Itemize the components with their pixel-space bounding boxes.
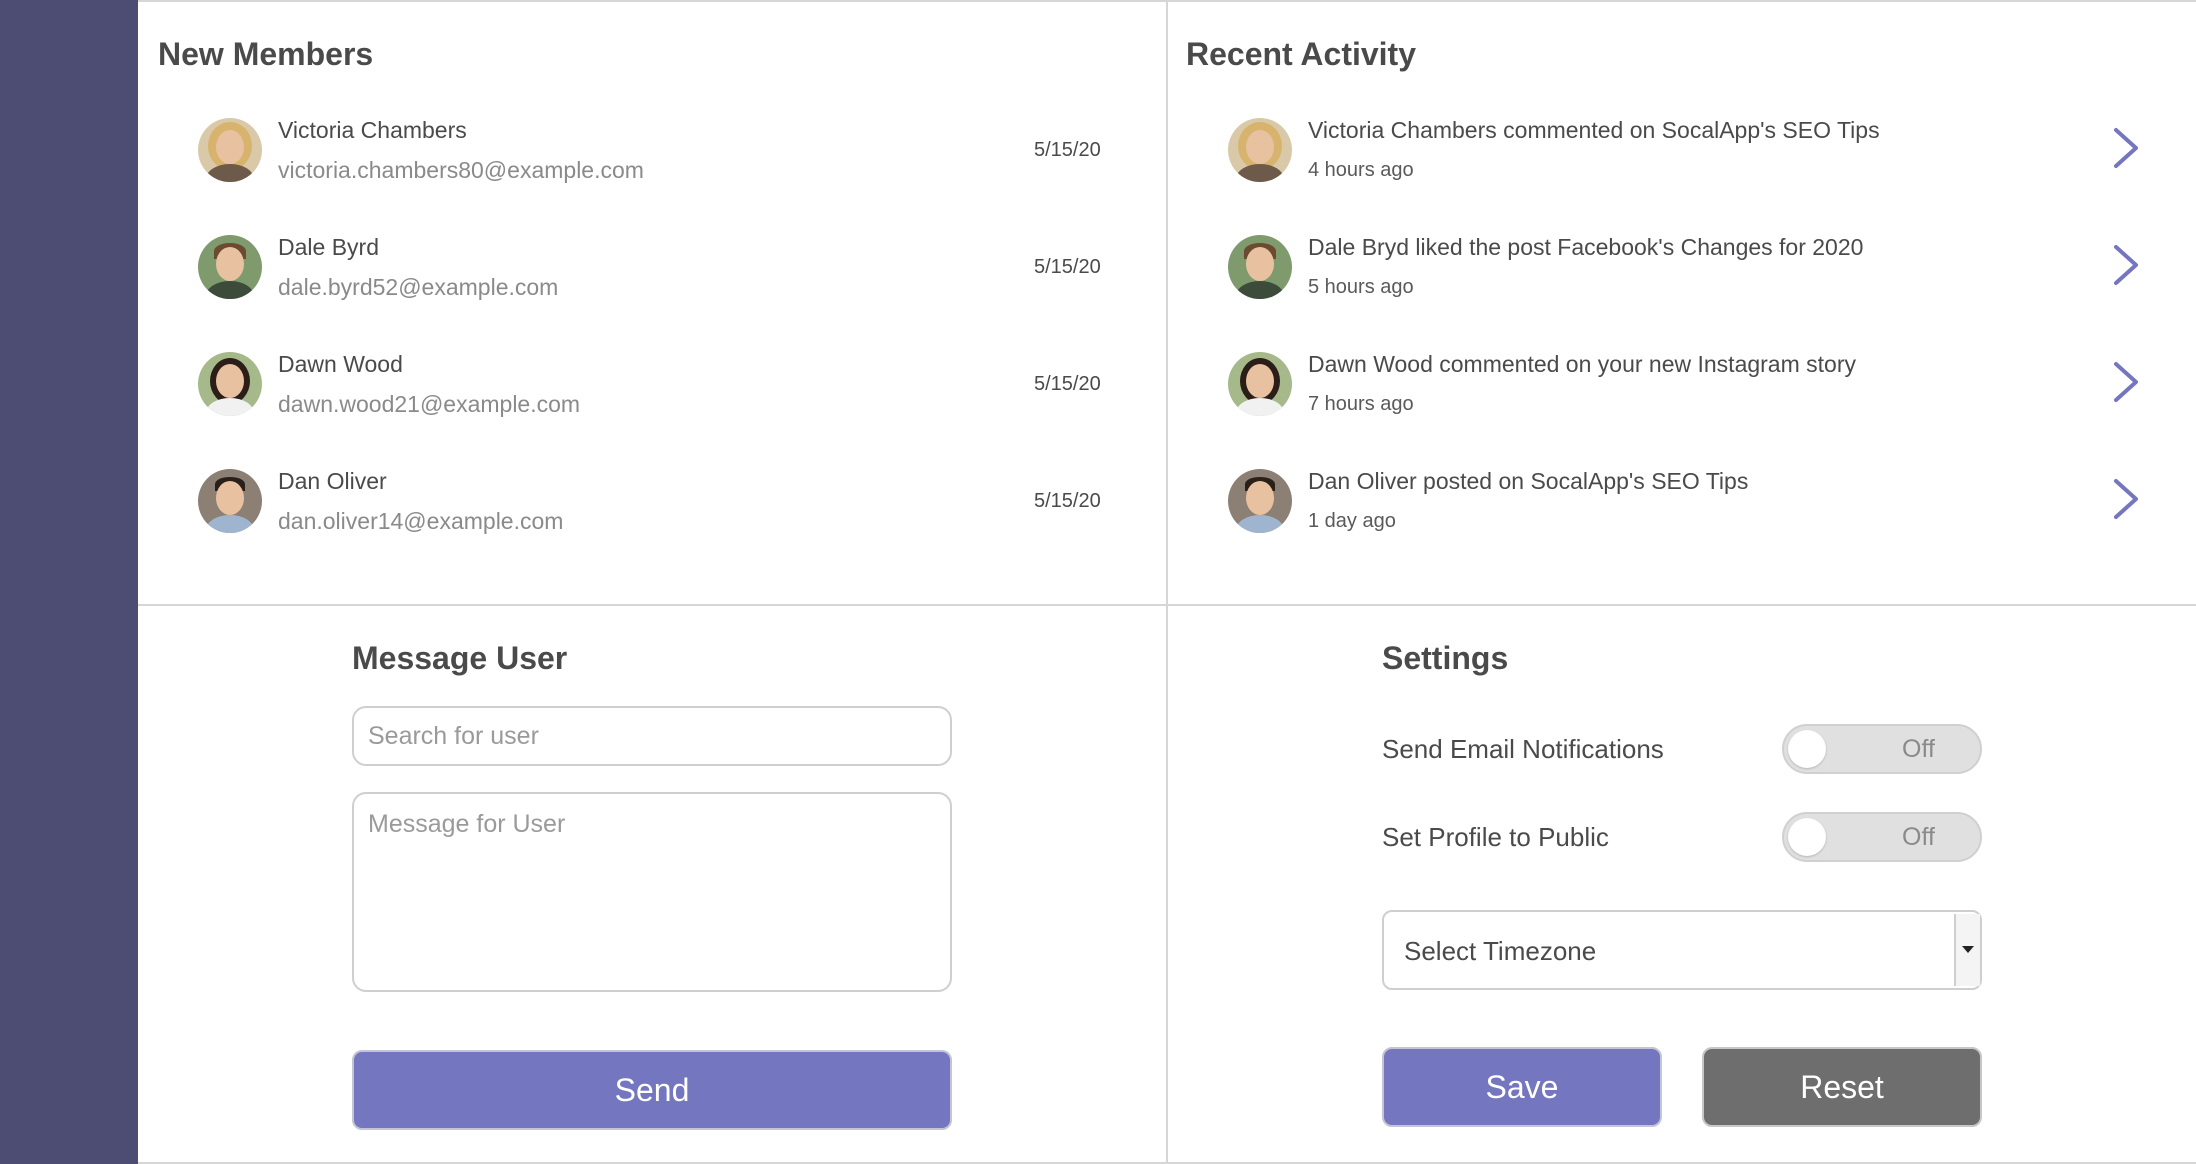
activity-time: 7 hours ago [1308,393,1414,415]
member-date: 5/15/20 [1034,139,1101,161]
activity-row[interactable]: Dale Bryd liked the post Facebook's Chan… [1228,232,1863,302]
caret-down-icon[interactable] [1954,914,1980,986]
chevron-right-icon[interactable] [2106,245,2146,285]
email-notifications-toggle[interactable]: Off [1782,724,1982,774]
member-date: 5/15/20 [1034,490,1101,512]
email-notifications-label: Send Email Notifications [1382,734,1664,764]
member-email: dawn.wood21@example.com [278,391,581,417]
activity-text: Victoria Chambers commented on SocalApp'… [1308,117,1880,143]
avatar [198,118,262,182]
new-members-panel: New Members Victoria Chambers victoria.c… [138,0,1168,606]
activity-time: 4 hours ago [1308,159,1414,181]
activity-time: 5 hours ago [1308,276,1414,298]
activity-row[interactable]: Dan Oliver posted on SocalApp's SEO Tips… [1228,466,1748,536]
member-row[interactable]: Victoria Chambers victoria.chambers80@ex… [198,115,644,185]
message-user-title: Message User [352,640,568,676]
recent-activity-panel: Recent Activity Victoria Chambers commen… [1166,0,2196,606]
timezone-select[interactable]: Select Timezone [1382,910,1982,990]
reset-button[interactable]: Reset [1702,1047,1982,1127]
member-name: Dale Byrd [278,234,379,260]
avatar [198,469,262,533]
member-row[interactable]: Dale Byrd dale.byrd52@example.com [198,232,558,302]
public-profile-toggle[interactable]: Off [1782,812,1982,862]
member-row[interactable]: Dan Oliver dan.oliver14@example.com [198,466,563,536]
toggle-state: Off [1902,735,1935,763]
member-row[interactable]: Dawn Wood dawn.wood21@example.com [198,349,580,419]
activity-time: 1 day ago [1308,510,1396,532]
avatar [198,352,262,416]
message-textarea[interactable] [352,792,952,992]
chevron-right-icon[interactable] [2106,128,2146,168]
member-date: 5/15/20 [1034,256,1101,278]
recent-activity-title: Recent Activity [1186,36,1416,72]
public-profile-label: Set Profile to Public [1382,822,1609,852]
toggle-knob [1788,818,1826,856]
sidebar [0,0,138,1164]
member-name: Dan Oliver [278,468,387,494]
activity-text: Dawn Wood commented on your new Instagra… [1308,351,1856,377]
settings-title: Settings [1382,640,1509,676]
chevron-right-icon[interactable] [2106,479,2146,519]
member-name: Dawn Wood [278,351,403,377]
chevron-right-icon[interactable] [2106,362,2146,402]
save-button[interactable]: Save [1382,1047,1662,1127]
member-date: 5/15/20 [1034,373,1101,395]
toggle-state: Off [1902,823,1935,851]
member-email: dan.oliver14@example.com [278,508,564,534]
new-members-title: New Members [158,36,374,72]
member-email: dale.byrd52@example.com [278,274,559,300]
avatar [1228,352,1292,416]
search-user-input[interactable] [352,706,952,766]
send-button[interactable]: Send [352,1050,952,1130]
settings-panel: Settings Send Email Notifications Off Se… [1166,604,2196,1164]
toggle-knob [1788,730,1826,768]
activity-row[interactable]: Victoria Chambers commented on SocalApp'… [1228,115,1880,185]
avatar [1228,469,1292,533]
message-user-panel: Message User Send [138,604,1168,1164]
avatar [1228,235,1292,299]
member-email: victoria.chambers80@example.com [278,157,644,183]
avatar [198,235,262,299]
activity-row[interactable]: Dawn Wood commented on your new Instagra… [1228,349,1856,419]
activity-text: Dan Oliver posted on SocalApp's SEO Tips [1308,468,1749,494]
activity-text: Dale Bryd liked the post Facebook's Chan… [1308,234,1864,260]
avatar [1228,118,1292,182]
member-name: Victoria Chambers [278,117,467,143]
timezone-select-value: Select Timezone [1404,936,1597,966]
